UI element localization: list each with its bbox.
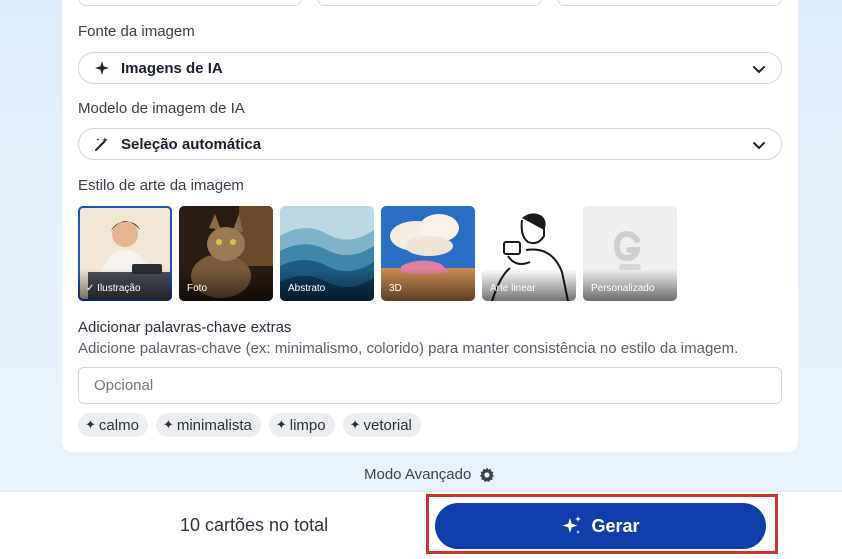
top-field-1[interactable]: [78, 0, 302, 6]
chevron-down-icon: [753, 66, 765, 73]
sparkles-icon: [562, 516, 582, 534]
keywords-description: Adicione palavras-chave (ex: minimalismo…: [78, 340, 739, 357]
sparkle-icon: [93, 59, 111, 77]
keyword-suggestions: ✦ calmo ✦ minimalista ✦ limpo ✦ vetorial: [78, 413, 421, 437]
advanced-mode-label: Modo Avançado: [364, 466, 472, 483]
style-option-label: ✓ Ilustração: [86, 283, 141, 294]
model-value: Seleção automática: [121, 135, 262, 153]
model-select[interactable]: Seleção automática: [78, 128, 782, 160]
image-source-label: Fonte da imagem: [78, 23, 195, 40]
style-option-label: Abstrato: [288, 283, 326, 294]
advanced-mode-toggle[interactable]: Modo Avançado: [364, 466, 495, 483]
image-source-value: Imagens de IA: [121, 59, 223, 77]
style-option-line-art[interactable]: Arte linear: [482, 206, 576, 301]
chevron-down-icon: [753, 142, 765, 149]
image-source-select[interactable]: Imagens de IA: [78, 52, 782, 84]
total-cards-text: 10 cartões no total: [180, 515, 329, 535]
magic-wand-icon: [93, 135, 111, 153]
generate-label: Gerar: [591, 515, 640, 536]
generate-button[interactable]: Gerar: [435, 503, 766, 549]
style-option-label: Personalizado: [591, 283, 655, 294]
art-style-label: Estilo de arte da imagem: [78, 177, 244, 194]
keyword-chip[interactable]: ✦ limpo: [268, 413, 335, 437]
style-option-photo[interactable]: Foto: [179, 206, 273, 301]
style-option-illustration[interactable]: ✓ Ilustração: [78, 206, 172, 301]
sparkle-icon: ✦: [162, 417, 174, 432]
style-option-label: Foto: [187, 283, 208, 294]
model-label: Modelo de imagem de IA: [78, 100, 245, 117]
keyword-chip[interactable]: ✦ vetorial: [342, 413, 421, 437]
sparkle-icon: ✦: [85, 417, 96, 432]
style-option-3d[interactable]: 3D: [381, 206, 475, 301]
top-field-2[interactable]: [317, 0, 542, 6]
keyword-chip[interactable]: ✦ minimalista: [155, 413, 261, 437]
style-option-custom[interactable]: Personalizado: [583, 206, 677, 301]
sparkle-icon: ✦: [349, 417, 361, 432]
keywords-input[interactable]: [78, 367, 782, 404]
style-option-label: 3D: [389, 283, 402, 294]
keywords-title: Adicionar palavras-chave extras: [78, 319, 292, 336]
art-style-options: ✓ Ilustração Foto Abstrato 3D Arte linea…: [78, 206, 677, 301]
keyword-chip[interactable]: ✦ calmo: [78, 413, 148, 437]
top-field-3[interactable]: [557, 0, 782, 6]
style-option-label: Arte linear: [490, 283, 536, 294]
gear-icon: [480, 467, 495, 482]
sparkle-icon: ✦: [275, 417, 287, 432]
style-option-abstract[interactable]: Abstrato: [280, 206, 374, 301]
